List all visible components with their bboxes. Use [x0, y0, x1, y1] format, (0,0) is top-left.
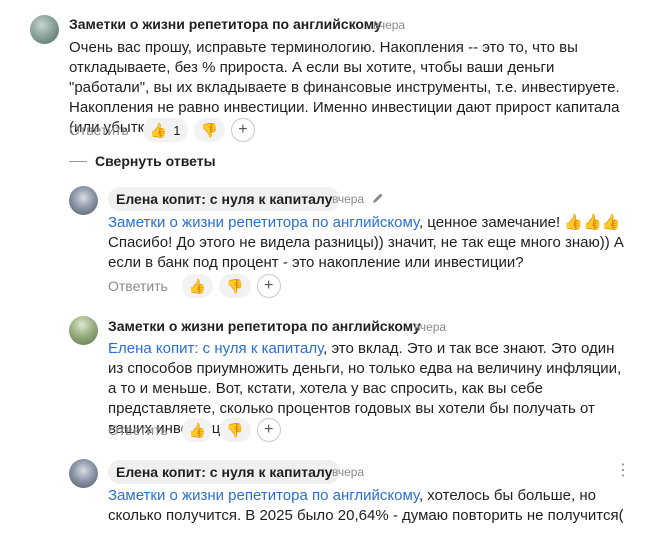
add-reaction-button[interactable]: +: [256, 274, 281, 298]
avatar[interactable]: [69, 459, 98, 488]
thumbs-up-icon: 👍: [188, 422, 207, 438]
mention-link[interactable]: Заметки о жизни репетитора по английском…: [108, 214, 419, 231]
divider: [69, 160, 87, 162]
dislike-button[interactable]: 👎: [219, 274, 251, 298]
thumbs-down-icon: 👎: [226, 278, 244, 294]
comment-time: вчера: [414, 320, 447, 334]
reply-button[interactable]: Ответить: [108, 422, 168, 438]
add-reaction-button[interactable]: +: [230, 118, 255, 142]
comment-text: Заметки о жизни репетитора по английском…: [108, 213, 628, 273]
like-button[interactable]: 👍 1: [142, 118, 188, 142]
dislike-button[interactable]: 👎: [219, 418, 251, 442]
thumbs-up-icon: 👍: [188, 278, 207, 294]
like-button[interactable]: 👍: [181, 274, 214, 298]
plus-icon: +: [264, 277, 274, 294]
comment-author[interactable]: Заметки о жизни репетитора по английском…: [69, 15, 382, 33]
like-button[interactable]: 👍: [181, 418, 214, 442]
mention-link[interactable]: Елена копит: с нуля к капиталу: [108, 340, 323, 357]
mention-link[interactable]: Заметки о жизни репетитора по английском…: [108, 487, 419, 504]
comment-actions: Ответить 👍 👎 +: [108, 273, 281, 299]
avatar[interactable]: [69, 186, 98, 215]
comment-author[interactable]: Елена копит: с нуля к капиталу: [108, 187, 341, 211]
dislike-button[interactable]: 👎: [193, 118, 225, 142]
avatar[interactable]: [30, 15, 59, 44]
comment-time: вчера: [332, 465, 365, 479]
comment-text: Заметки о жизни репетитора по английском…: [108, 486, 628, 526]
reply-button[interactable]: Ответить: [108, 278, 168, 294]
add-reaction-button[interactable]: +: [256, 418, 281, 442]
collapse-replies-label: Свернуть ответы: [95, 153, 216, 169]
thumbs-down-icon: 👎: [200, 122, 218, 138]
comment-time: вчера: [332, 192, 365, 206]
plus-icon: +: [238, 121, 248, 138]
comment-actions: Ответить 👍 1 👎 +: [69, 117, 255, 143]
like-count: 1: [173, 122, 181, 138]
avatar[interactable]: [69, 316, 98, 345]
collapse-replies-button[interactable]: Свернуть ответы: [69, 153, 216, 169]
kebab-icon[interactable]: ⋮: [615, 463, 631, 479]
comment-time: вчера: [373, 18, 406, 32]
comment-author[interactable]: Елена копит: с нуля к капиталу: [108, 460, 341, 484]
plus-icon: +: [264, 421, 274, 438]
reply-button[interactable]: Ответить: [69, 122, 129, 138]
pencil-icon[interactable]: [371, 191, 385, 205]
thumbs-up-icon: 👍: [149, 122, 168, 138]
comment-actions: Ответить 👍 👎 +: [108, 417, 281, 443]
comment-author[interactable]: Заметки о жизни репетитора по английском…: [108, 317, 421, 335]
thumbs-down-icon: 👎: [226, 422, 244, 438]
